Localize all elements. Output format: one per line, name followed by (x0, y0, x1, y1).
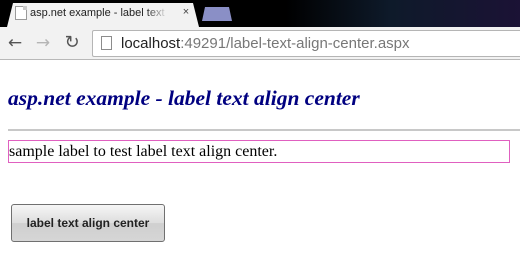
url-host: localhost (121, 35, 181, 52)
page-title: asp.net example - label text align cente… (8, 86, 360, 110)
address-bar[interactable]: localhost:49291/label-text-align-center.… (92, 30, 520, 57)
new-tab-button[interactable] (202, 7, 232, 21)
browser-tab-strip: asp.net example - label text align cente… (0, 0, 520, 27)
horizontal-rule (8, 129, 520, 131)
address-url[interactable]: localhost:49291/label-text-align-center.… (121, 34, 410, 53)
page-icon (101, 36, 112, 50)
tab-close-icon[interactable]: × (180, 5, 192, 19)
forward-arrow-icon[interactable]: → (33, 33, 53, 53)
label-text-align-center-button[interactable]: label text align center (11, 204, 165, 242)
tab-title-fade (146, 4, 168, 22)
browser-toolbar: ← → ↻ localhost:49291/label-text-align-c… (0, 27, 520, 60)
sample-label: sample label to test label text align ce… (8, 140, 510, 163)
reload-icon[interactable]: ↻ (62, 33, 82, 53)
back-arrow-icon[interactable]: ← (5, 33, 25, 53)
page-favicon-icon (15, 6, 27, 20)
url-path: :49291/label-text-align-center.aspx (180, 35, 410, 52)
